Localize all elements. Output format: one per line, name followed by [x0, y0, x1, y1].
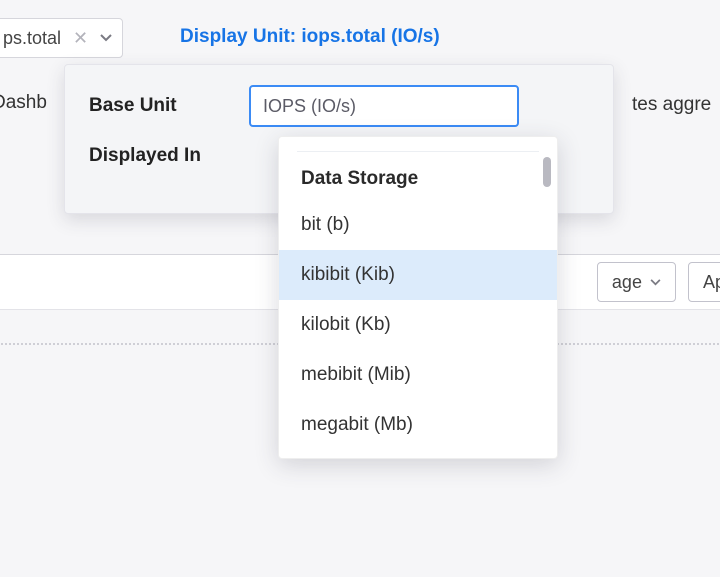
background-text-left: Dashb [0, 92, 47, 114]
base-unit-input-wrap [249, 85, 589, 127]
dropdown-item[interactable]: megabit (Mb) [279, 400, 557, 450]
metric-tag-text: ps.total [3, 28, 61, 49]
unit-dropdown[interactable]: Data Storage bit (b)kibibit (Kib)kilobit… [278, 136, 558, 459]
chevron-down-icon [650, 279, 661, 286]
toolbar-button-label: age [612, 272, 642, 293]
base-unit-label: Base Unit [89, 95, 249, 117]
dropdown-item[interactable]: mebibit (Mib) [279, 350, 557, 400]
background-text-right: tes aggre [632, 94, 711, 116]
displayed-in-label: Displayed In [89, 145, 249, 167]
metric-tag-pill[interactable]: ps.total ✕ [0, 18, 123, 58]
toolbar-button[interactable]: Ap [688, 262, 720, 302]
dropdown-item[interactable]: kibibit (Kib) [279, 250, 557, 300]
base-unit-row: Base Unit [89, 85, 589, 127]
toolbar-right-group: age Ap [597, 262, 720, 302]
chevron-down-icon[interactable] [100, 34, 112, 42]
dropdown-group-header: Data Storage [279, 158, 557, 200]
unit-dropdown-inner: Data Storage bit (b)kibibit (Kib)kilobit… [279, 137, 557, 450]
scrollbar-thumb[interactable] [543, 157, 551, 187]
close-icon[interactable]: ✕ [73, 28, 88, 49]
display-unit-link[interactable]: Display Unit: iops.total (IO/s) [180, 26, 440, 48]
dropdown-item[interactable]: kilobit (Kb) [279, 300, 557, 350]
dropdown-item[interactable]: bit (b) [279, 200, 557, 250]
toolbar-button-label: Ap [703, 272, 720, 293]
dropdown-divider [297, 151, 539, 152]
toolbar-dropdown-button[interactable]: age [597, 262, 676, 302]
base-unit-input[interactable] [249, 85, 519, 127]
